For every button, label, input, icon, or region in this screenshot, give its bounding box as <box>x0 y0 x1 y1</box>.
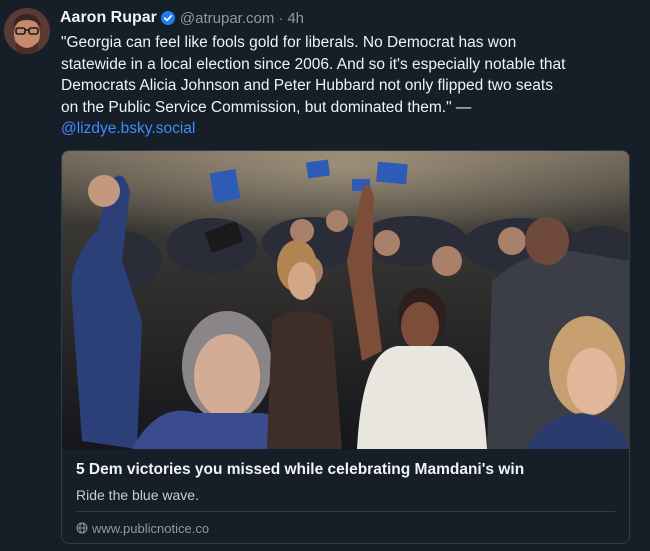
avatar-image <box>4 8 50 54</box>
post: Aaron Rupar @atrupar.com · 4h "Georgia c… <box>0 0 650 551</box>
link-card-divider <box>76 511 615 512</box>
link-card-domain: www.publicnotice.co <box>92 520 210 536</box>
link-card-domain-row: www.publicnotice.co <box>76 520 209 536</box>
post-text-line: on the Public Service Commission, but do… <box>61 98 472 116</box>
author-avatar[interactable] <box>4 8 50 54</box>
author-handle[interactable]: @atrupar.com <box>180 10 274 27</box>
post-text-line: Democrats Alicia Johnson and Peter Hubba… <box>61 77 553 94</box>
link-card[interactable]: 5 Dem victories you missed while celebra… <box>61 150 630 544</box>
globe-icon <box>76 522 88 534</box>
mention-link[interactable]: @lizdye.bsky.social <box>61 118 641 140</box>
post-text-line: "Georgia can feel like fools gold for li… <box>61 34 517 51</box>
post-timestamp[interactable]: 4h <box>287 10 304 27</box>
post-header: Aaron Rupar @atrupar.com · 4h <box>60 8 304 28</box>
link-card-title: 5 Dem victories you missed while celebra… <box>76 461 525 478</box>
post-text: "Georgia can feel like fools gold for li… <box>61 32 641 140</box>
verified-badge-icon <box>160 11 175 25</box>
header-separator: · <box>278 9 284 27</box>
link-card-image <box>62 151 629 449</box>
post-text-line: statewide in a local election since 2006… <box>61 55 566 73</box>
author-display-name[interactable]: Aaron Rupar <box>60 9 157 27</box>
link-card-description: Ride the blue wave. <box>76 487 199 503</box>
